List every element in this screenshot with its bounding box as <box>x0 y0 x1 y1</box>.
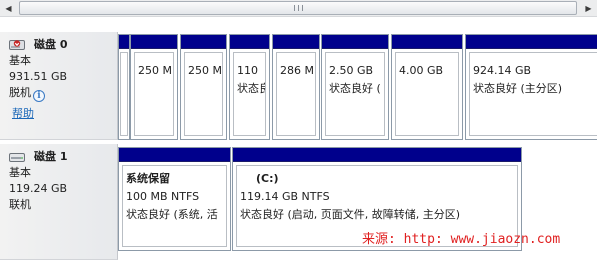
disk-0-partition-8[interactable]: 924.14 GB 状态良好 (主分区) <box>465 34 597 140</box>
scrollbar-grip-icon <box>294 5 303 11</box>
partition-size: 250 M <box>188 64 222 77</box>
disk-0-partition-7[interactable]: 4.00 GB <box>391 34 463 140</box>
disk-0-size: 931.51 GB <box>9 70 68 83</box>
disk-online-icon <box>9 151 25 163</box>
disk-0-label[interactable]: 磁盘 0 基本 931.51 GB 脱机 i 帮助 <box>0 32 118 140</box>
disk-0-partition-6[interactable]: 2.50 GB 状态良好 ( <box>321 34 389 140</box>
disk-1-status: 联机 <box>9 198 31 211</box>
partition-color-bar <box>322 35 388 49</box>
partition-status: 状态良好 (启动, 页面文件, 故障转储, 主分区) <box>240 208 461 221</box>
partition-color-bar <box>181 35 226 49</box>
disk-0-partition-3[interactable]: 250 M <box>180 34 227 140</box>
disk-1-type: 基本 <box>9 166 31 179</box>
scroll-left-arrow-icon[interactable]: ◀ <box>0 0 17 17</box>
partition-color-bar <box>230 35 269 49</box>
partition-color-bar <box>466 35 597 49</box>
horizontal-scrollbar[interactable]: ◀ ▶ <box>0 0 597 17</box>
partition-size: 119.14 GB NTFS <box>240 190 330 203</box>
partition-color-bar <box>119 35 129 49</box>
partition-size: 924.14 GB <box>473 64 532 77</box>
partition-size: 4.00 GB <box>399 64 444 77</box>
scroll-right-arrow-icon[interactable]: ▶ <box>580 0 597 17</box>
partition-color-bar <box>233 148 521 162</box>
partition-size: 250 M <box>138 64 172 77</box>
info-icon[interactable]: i <box>33 90 45 102</box>
partition-status: 状态良好 ( <box>329 82 381 95</box>
disk-layout-area: 磁盘 0 基本 931.51 GB 脱机 i 帮助 250 M 250 M 110… <box>0 17 597 262</box>
partition-status: 状态良好 (系统, 活 <box>126 208 218 221</box>
partition-color-bar <box>131 35 177 49</box>
disk-1-name: 磁盘 1 <box>34 150 68 163</box>
disk-1-size: 119.24 GB <box>9 182 68 195</box>
disk-1-partition-system-reserved[interactable]: 系统保留 100 MB NTFS 状态良好 (系统, 活 <box>118 147 231 251</box>
disk-0-partition-5[interactable]: 286 M <box>272 34 320 140</box>
disk-0-status: 脱机 <box>9 86 31 99</box>
partition-color-bar <box>392 35 462 49</box>
partition-status: 状态良好 (主分区) <box>473 82 563 95</box>
disk-offline-icon <box>9 39 25 51</box>
disk-0-partition-4[interactable]: 110 状态良 <box>229 34 270 140</box>
watermark-text: 来源: http: www.jiaozn.com <box>362 232 561 247</box>
partition-size: 286 M <box>280 64 314 77</box>
disk-0-partition-2[interactable]: 250 M <box>130 34 178 140</box>
disk-1-label[interactable]: 磁盘 1 基本 119.24 GB 联机 <box>0 144 118 260</box>
disk-0-help-link[interactable]: 帮助 <box>12 107 34 120</box>
scrollbar-thumb[interactable] <box>19 1 577 15</box>
partition-title: 系统保留 <box>126 172 170 185</box>
partition-size: 110 <box>237 64 258 77</box>
disk-0-type: 基本 <box>9 54 31 67</box>
disk-0-name: 磁盘 0 <box>34 38 68 51</box>
disk-0-partition-1[interactable] <box>118 34 130 140</box>
partition-size: 2.50 GB <box>329 64 374 77</box>
partition-title: (C:) <box>256 172 279 185</box>
partition-color-bar <box>119 148 230 162</box>
partition-color-bar <box>273 35 319 49</box>
partition-size: 100 MB NTFS <box>126 190 200 203</box>
partition-status: 状态良 <box>237 82 265 95</box>
